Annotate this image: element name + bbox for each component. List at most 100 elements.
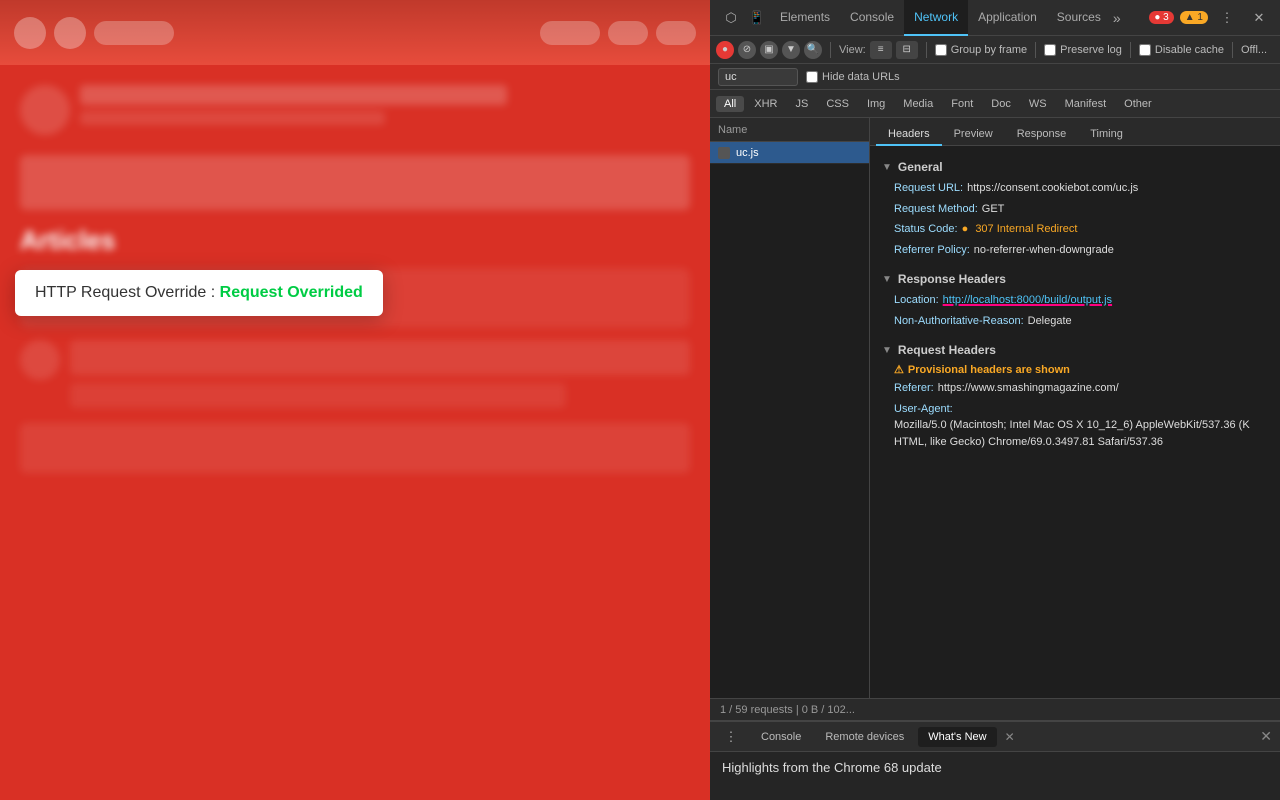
more-tabs-icon[interactable]: » <box>1113 10 1121 26</box>
request-headers-section: ▼ Request Headers ⚠ Provisional headers … <box>870 335 1280 456</box>
provisional-warning-row: ⚠ Provisional headers are shown <box>870 361 1280 378</box>
request-list-header: Name <box>710 118 869 142</box>
close-devtools-icon[interactable]: ✕ <box>1247 6 1271 30</box>
location-url: http://localhost:8000/build/output.js <box>943 294 1112 306</box>
hide-data-urls-checkbox[interactable]: Hide data URLs <box>806 71 900 83</box>
filter-tab-img[interactable]: Img <box>859 96 893 112</box>
headers-pane: Headers Preview Response Timing ▼ Genera… <box>870 118 1280 698</box>
drawer-tab-remote-devices[interactable]: Remote devices <box>815 727 914 747</box>
tab-network[interactable]: Network <box>904 0 968 36</box>
filter-tab-css[interactable]: CSS <box>818 96 857 112</box>
tooltip-highlight: Request Overrided <box>220 284 363 301</box>
request-headers-arrow-icon: ▼ <box>882 345 892 356</box>
record-button[interactable]: ● <box>716 41 734 59</box>
http-override-tooltip: HTTP Request Override : Request Override… <box>15 270 383 316</box>
referer-row: Referer: https://www.smashingmagazine.co… <box>870 378 1280 399</box>
drawer-tab-console[interactable]: Console <box>751 727 811 747</box>
response-headers-title[interactable]: ▼ Response Headers <box>870 268 1280 290</box>
filter-tab-other[interactable]: Other <box>1116 96 1160 112</box>
location-row: Location: http://localhost:8000/build/ou… <box>870 290 1280 311</box>
view-label: View: <box>839 44 866 56</box>
filter-tab-font[interactable]: Font <box>943 96 981 112</box>
tab-sources[interactable]: Sources <box>1047 0 1111 36</box>
network-split: Name uc.js Headers Preview Response Timi… <box>710 118 1280 698</box>
filter-button[interactable]: ▼ <box>782 41 800 59</box>
drawer-highlights-text: Highlights from the Chrome 68 update <box>722 760 942 775</box>
referrer-policy-row: Referrer Policy: no-referrer-when-downgr… <box>870 240 1280 261</box>
response-headers-section: ▼ Response Headers Location: http://loca… <box>870 264 1280 335</box>
search-bar: Hide data URLs <box>710 64 1280 90</box>
group-by-frame-checkbox[interactable]: Group by frame <box>935 44 1027 56</box>
status-code-value: ● 307 Internal Redirect <box>962 221 1078 238</box>
network-status-bar: 1 / 59 requests | 0 B / 102... <box>710 698 1280 720</box>
offline-label: Offl... <box>1241 44 1267 56</box>
disable-cache-input[interactable] <box>1139 44 1151 56</box>
response-arrow-icon: ▼ <box>882 274 892 285</box>
devtools-right-icons: ● 3 ▲ 1 ⋮ ✕ <box>1149 6 1272 30</box>
request-headers-label: Request Headers <box>898 343 996 357</box>
drawer-content: Highlights from the Chrome 68 update <box>710 752 1280 783</box>
group-by-frame-input[interactable] <box>935 44 947 56</box>
sub-tabs: Headers Preview Response Timing <box>870 118 1280 146</box>
request-method-key: Request Method: <box>894 201 978 218</box>
referrer-policy-key: Referrer Policy: <box>894 242 970 259</box>
preserve-log-checkbox[interactable]: Preserve log <box>1044 44 1122 56</box>
request-list-pane: Name uc.js <box>710 118 870 698</box>
filter-tab-doc[interactable]: Doc <box>983 96 1019 112</box>
request-url-key: Request URL: <box>894 180 963 197</box>
filter-tab-manifest[interactable]: Manifest <box>1057 96 1115 112</box>
subtab-timing[interactable]: Timing <box>1078 124 1135 146</box>
preserve-log-input[interactable] <box>1044 44 1056 56</box>
user-agent-row: User-Agent: Mozilla/5.0 (Macintosh; Inte… <box>870 399 1280 453</box>
view-list-icon[interactable]: ≡ <box>870 41 892 59</box>
responsive-icon[interactable]: 📱 <box>745 6 769 30</box>
filter-tab-xhr[interactable]: XHR <box>746 96 785 112</box>
clear-button[interactable]: ⊘ <box>738 41 756 59</box>
non-authoritative-key: Non-Authoritative-Reason: <box>894 313 1024 330</box>
non-authoritative-row: Non-Authoritative-Reason: Delegate <box>870 311 1280 332</box>
whats-new-close-icon[interactable]: ✕ <box>1001 730 1019 744</box>
filter-tab-all[interactable]: All <box>716 96 744 112</box>
request-status-icon <box>718 147 730 159</box>
user-agent-key: User-Agent: <box>894 401 953 418</box>
more-options-icon[interactable]: ⋮ <box>1215 6 1239 30</box>
devtools-panel: ⬡ 📱 Elements Console Network Application… <box>710 0 1280 800</box>
disable-cache-checkbox[interactable]: Disable cache <box>1139 44 1224 56</box>
drawer-close-button[interactable]: ✕ <box>1260 728 1272 745</box>
referer-key: Referer: <box>894 380 934 397</box>
filter-tab-ws[interactable]: WS <box>1021 96 1055 112</box>
screenshot-button[interactable]: ▣ <box>760 41 778 59</box>
search-button[interactable]: 🔍 <box>804 41 822 59</box>
status-code-key: Status Code: <box>894 221 958 238</box>
view-compact-icon[interactable]: ⊟ <box>896 41 918 59</box>
warning-badge: ▲ 1 <box>1180 11 1208 24</box>
non-authoritative-value: Delegate <box>1028 313 1072 330</box>
headers-panel: ▼ General Request URL: https://consent.c… <box>870 146 1280 698</box>
inspect-icon[interactable]: ⬡ <box>719 6 743 30</box>
subtab-headers[interactable]: Headers <box>876 124 942 146</box>
drawer-tab-whats-new[interactable]: What's New <box>918 727 996 747</box>
tab-elements[interactable]: Elements <box>770 0 840 36</box>
filter-tab-js[interactable]: JS <box>787 96 816 112</box>
subtab-response[interactable]: Response <box>1005 124 1079 146</box>
general-label: General <box>898 160 943 174</box>
general-section: ▼ General Request URL: https://consent.c… <box>870 152 1280 264</box>
tab-application[interactable]: Application <box>968 0 1047 36</box>
drawer-menu-icon[interactable]: ⋮ <box>719 725 743 749</box>
subtab-preview[interactable]: Preview <box>942 124 1005 146</box>
request-method-value: GET <box>982 201 1005 218</box>
background-website: Articles <box>0 0 710 800</box>
filter-tab-media[interactable]: Media <box>895 96 941 112</box>
response-headers-label: Response Headers <box>898 272 1006 286</box>
error-badge: ● 3 <box>1149 11 1173 24</box>
request-method-row: Request Method: GET <box>870 199 1280 220</box>
tab-console[interactable]: Console <box>840 0 904 36</box>
hide-data-urls-input[interactable] <box>806 71 818 83</box>
request-row[interactable]: uc.js <box>710 142 869 164</box>
referer-value: https://www.smashingmagazine.com/ <box>938 380 1119 397</box>
status-code-row: Status Code: ● 307 Internal Redirect <box>870 219 1280 240</box>
general-section-title[interactable]: ▼ General <box>870 156 1280 178</box>
devtools-tabbar: ⬡ 📱 Elements Console Network Application… <box>710 0 1280 36</box>
request-headers-title[interactable]: ▼ Request Headers <box>870 339 1280 361</box>
filter-input[interactable] <box>718 68 798 86</box>
